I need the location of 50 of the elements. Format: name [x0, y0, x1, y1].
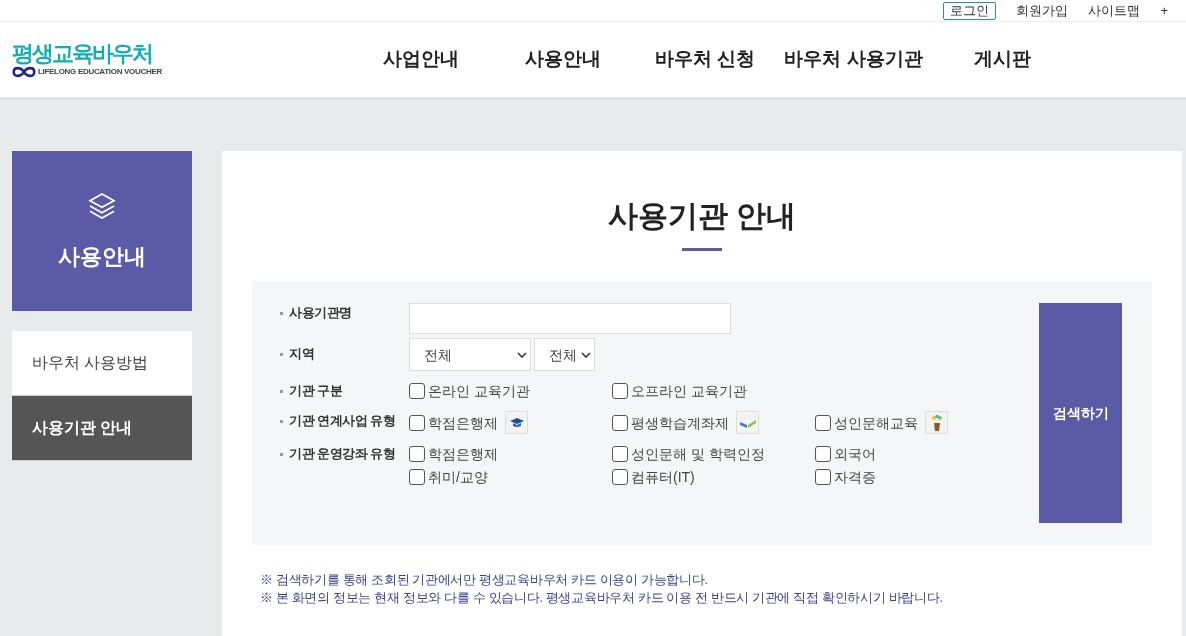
- nav-item[interactable]: 바우처 사용기관: [776, 45, 931, 74]
- nav-item[interactable]: 사용안내: [492, 45, 634, 74]
- checkbox[interactable]: [612, 469, 628, 485]
- checkbox-label: 컴퓨터(IT): [631, 468, 695, 487]
- checkbox-label: 학점은행제: [428, 445, 498, 464]
- checkbox[interactable]: [612, 414, 628, 431]
- checkbox-label: 외국어: [834, 445, 876, 464]
- region-select[interactable]: 전체: [409, 338, 531, 371]
- chevron-down-icon: [517, 351, 527, 358]
- checkbox-label: 학점은행제: [428, 413, 498, 433]
- checkbox[interactable]: [815, 414, 831, 431]
- checkbox[interactable]: [409, 383, 425, 399]
- search-button[interactable]: 검색하기: [1039, 303, 1122, 523]
- checkbox[interactable]: [409, 414, 425, 431]
- checkbox[interactable]: [409, 446, 425, 462]
- sidebar-title: 사용안내: [58, 242, 146, 271]
- checkbox-label: 성인문해교육: [834, 413, 918, 433]
- checkbox-label: 오프라인 교육기관: [631, 382, 747, 401]
- login-link[interactable]: 로그인: [943, 1, 997, 20]
- name-input-field[interactable]: [409, 303, 731, 334]
- notice-text: ※ 검색하기를 통해 조회된 기관에서만 평생교육바우처 카드 이용이 가능합니다.: [260, 572, 709, 589]
- checkbox[interactable]: [612, 383, 628, 399]
- checkbox[interactable]: [815, 469, 831, 485]
- checkbox-label: 성인문해 및 학력인정: [631, 445, 765, 464]
- filter-label: 기관 운영강좌 유형: [289, 445, 396, 463]
- utility-link[interactable]: +: [1160, 0, 1168, 21]
- sidebar-item[interactable]: 사용기관 안내: [12, 396, 192, 461]
- filter-label: 기관 연계사업 유형: [289, 412, 396, 430]
- filter-label: 지역: [289, 345, 314, 363]
- notice-text: ※ 본 화면의 정보는 현재 정보와 다를 수 있습니다. 평생교육바우처 카드 이용 전 반드시 기관에 직접 확인하시기 바랍니다.: [260, 590, 944, 607]
- chevron-down-icon: [581, 351, 591, 358]
- checkbox-label: 자격증: [834, 468, 876, 487]
- region-select[interactable]: 전체: [534, 338, 595, 371]
- nav-item[interactable]: 바우처 신청: [634, 45, 776, 74]
- nav-item[interactable]: 사업안내: [350, 45, 492, 74]
- nav-item[interactable]: 게시판: [931, 45, 1073, 74]
- sidebar-item[interactable]: 바우처 사용방법: [12, 331, 192, 396]
- checkbox-label: 취미/교양: [428, 468, 488, 487]
- checkbox-label: 평생학습계좌제: [631, 413, 729, 433]
- checkbox[interactable]: [612, 446, 628, 462]
- utility-link[interactable]: 사이트맵: [1088, 0, 1141, 21]
- filter-label: 기관 구분: [289, 382, 343, 400]
- checkbox[interactable]: [815, 446, 831, 462]
- logo[interactable]: 평생교육바우처 LIFELONG EDUCATION VOUCHER: [12, 41, 162, 78]
- utility-link[interactable]: 회원가입: [1016, 0, 1069, 21]
- checkbox-label: 온라인 교육기관: [428, 382, 530, 401]
- page-title: 사용기관 안내: [606, 198, 798, 234]
- filter-label: 사용기관명: [289, 304, 352, 322]
- checkbox[interactable]: [409, 469, 425, 485]
- infinity-icon: [12, 65, 36, 78]
